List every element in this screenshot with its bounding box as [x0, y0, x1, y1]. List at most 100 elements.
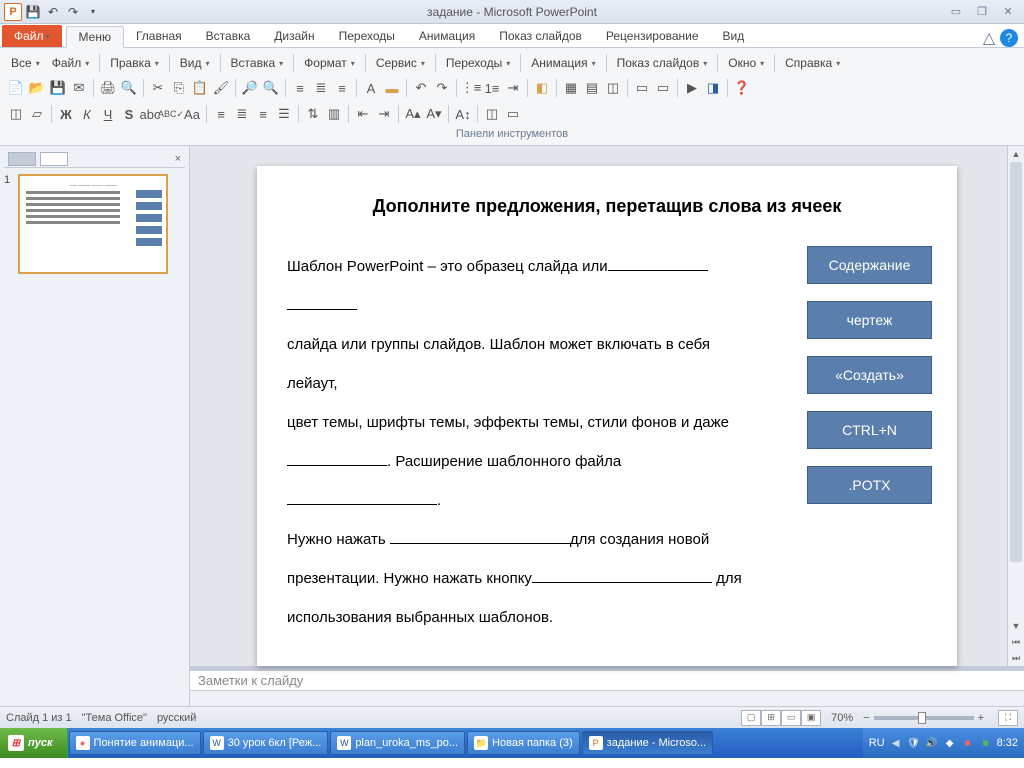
zoom-out-icon[interactable]: − [863, 712, 869, 724]
prev-slide-icon[interactable]: ⏮ [1008, 634, 1024, 650]
panel-close-icon[interactable]: × [175, 153, 181, 165]
al-right-icon[interactable]: ≡ [253, 104, 273, 124]
shape-icon[interactable]: ◧ [532, 78, 552, 98]
open-icon[interactable]: 📂 [27, 78, 47, 98]
answer-box-3[interactable]: «Создать» [807, 356, 932, 394]
indent-icon[interactable]: ⇥ [503, 78, 523, 98]
copy-icon[interactable]: ⎘ [169, 78, 189, 98]
tab-menu[interactable]: Меню [66, 26, 124, 48]
menu-all[interactable]: Все▾ [6, 53, 45, 73]
answer-box-2[interactable]: чертеж [807, 301, 932, 339]
run-icon[interactable]: ▶ [682, 78, 702, 98]
tab-review[interactable]: Рецензирование [594, 25, 711, 47]
shadow-icon[interactable]: S [119, 104, 139, 124]
save-icon[interactable]: 💾 [24, 3, 42, 21]
collapse-ribbon-icon[interactable]: △ [982, 31, 996, 45]
scroll-up-icon[interactable]: ▲ [1008, 146, 1024, 162]
spellcheck-icon[interactable]: ABC✓ [161, 104, 181, 124]
redo-icon[interactable]: ↷ [64, 3, 82, 21]
tab-view[interactable]: Вид [711, 25, 757, 47]
task-powerpoint[interactable]: Pзадание - Microso... [582, 731, 713, 755]
slideshow-view-icon[interactable]: ▣ [801, 710, 821, 726]
bullets-icon[interactable]: ⋮≡ [461, 78, 481, 98]
undo-icon[interactable]: ↶ [44, 3, 62, 21]
minimize-icon[interactable]: ▭ [946, 4, 966, 20]
window-icon[interactable]: ◨ [703, 78, 723, 98]
help-icon[interactable]: ? [1000, 29, 1018, 47]
mail-icon[interactable]: ✉ [69, 78, 89, 98]
info-icon[interactable]: ❓ [732, 78, 752, 98]
color-icon[interactable]: ◫ [603, 78, 623, 98]
zoom-in-icon[interactable]: + [978, 712, 984, 724]
tab-transitions[interactable]: Переходы [327, 25, 407, 47]
redo2-icon[interactable]: ↷ [432, 78, 452, 98]
scroll-thumb[interactable] [1010, 162, 1022, 562]
tray-app1-icon[interactable]: ◆ [943, 736, 957, 750]
horizontal-scrollbar[interactable] [190, 690, 1024, 706]
menu-transitions[interactable]: Переходы▾ [441, 53, 515, 73]
sorter-view-icon[interactable]: ⊞ [761, 710, 781, 726]
slide-layout-icon[interactable]: ▭ [632, 78, 652, 98]
task-folder[interactable]: 📁Новая папка (3) [467, 731, 580, 755]
numbering-icon[interactable]: 1≡ [482, 78, 502, 98]
al-left-icon[interactable]: ≡ [211, 104, 231, 124]
print-preview-icon[interactable]: 🔍 [119, 78, 139, 98]
print-icon[interactable]: 🖨 [98, 78, 118, 98]
qat-dropdown-icon[interactable]: ▾ [84, 3, 102, 21]
vertical-scrollbar[interactable]: ▲ ▼ ⏮ ⏭ [1007, 146, 1024, 666]
highlight-icon[interactable]: ▬ [382, 78, 402, 98]
fit-window-icon[interactable]: ⛶ [998, 710, 1018, 726]
format-painter-icon[interactable]: 🖌 [211, 78, 231, 98]
tray-shield-icon[interactable]: 🛡 [907, 736, 921, 750]
increase-font-icon[interactable]: A▴ [403, 104, 423, 124]
scroll-down-icon[interactable]: ▼ [1008, 618, 1024, 634]
app-icon[interactable]: P [4, 3, 22, 21]
tray-app2-icon[interactable]: ■ [961, 736, 975, 750]
notes-pane[interactable]: Заметки к слайду [190, 670, 1024, 691]
line-spacing-icon[interactable]: ⇅ [303, 104, 323, 124]
object-icon[interactable]: ◫ [482, 104, 502, 124]
indent2-icon[interactable]: ⇥ [374, 104, 394, 124]
task-word-1[interactable]: W30 урок 6кл [Реж... [203, 731, 329, 755]
start-button[interactable]: ⊞ пуск [0, 728, 68, 758]
close-icon[interactable]: ✕ [998, 4, 1018, 20]
menu-animation[interactable]: Анимация▾ [526, 53, 600, 73]
cut-icon[interactable]: ✂ [148, 78, 168, 98]
answer-box-1[interactable]: Содержание [807, 246, 932, 284]
task-word-2[interactable]: Wplan_uroka_ms_po... [330, 731, 465, 755]
menu-format[interactable]: Формат▾ [299, 53, 360, 73]
undo2-icon[interactable]: ↶ [411, 78, 431, 98]
answer-box-5[interactable]: .POTX [807, 466, 932, 504]
tray-volume-icon[interactable]: 🔊 [925, 736, 939, 750]
font-color-icon[interactable]: A [361, 78, 381, 98]
slide-canvas[interactable]: Дополните предложения, перетащив слова и… [257, 166, 957, 666]
maximize-icon[interactable]: ❐ [972, 4, 992, 20]
columns-icon[interactable]: ▥ [324, 104, 344, 124]
new2-icon[interactable]: ◫ [6, 104, 26, 124]
menu-slideshow[interactable]: Показ слайдов▾ [612, 53, 713, 73]
menu-view[interactable]: Вид▾ [175, 53, 215, 73]
menu-insert[interactable]: Вставка▾ [226, 53, 289, 73]
text-direction-icon[interactable]: A↕ [453, 104, 473, 124]
paste-icon[interactable]: 📋 [190, 78, 210, 98]
menu-window[interactable]: Окно▾ [723, 53, 769, 73]
outline-tab-icon[interactable] [40, 152, 68, 166]
al-center-icon[interactable]: ≣ [232, 104, 252, 124]
align-right-icon[interactable]: ≡ [332, 78, 352, 98]
tray-expand-icon[interactable]: ◀ [889, 736, 903, 750]
tab-insert[interactable]: Вставка [194, 25, 263, 47]
tray-language[interactable]: RU [869, 737, 885, 749]
find-icon[interactable]: 🔎 [240, 78, 260, 98]
chart-icon[interactable]: ▤ [582, 78, 602, 98]
tray-app3-icon[interactable]: ■ [979, 736, 993, 750]
normal-view-icon[interactable]: ▢ [741, 710, 761, 726]
underline-icon[interactable]: Ч [98, 104, 118, 124]
table-icon[interactable]: ▦ [561, 78, 581, 98]
slides-tab-icon[interactable] [8, 152, 36, 166]
menu-file[interactable]: Файл▾ [47, 53, 95, 73]
case-icon[interactable]: Aa [182, 104, 202, 124]
blank-icon[interactable]: ▱ [27, 104, 47, 124]
align-center-icon[interactable]: ≣ [311, 78, 331, 98]
reading-view-icon[interactable]: ▭ [781, 710, 801, 726]
status-language[interactable]: русский [157, 712, 196, 724]
